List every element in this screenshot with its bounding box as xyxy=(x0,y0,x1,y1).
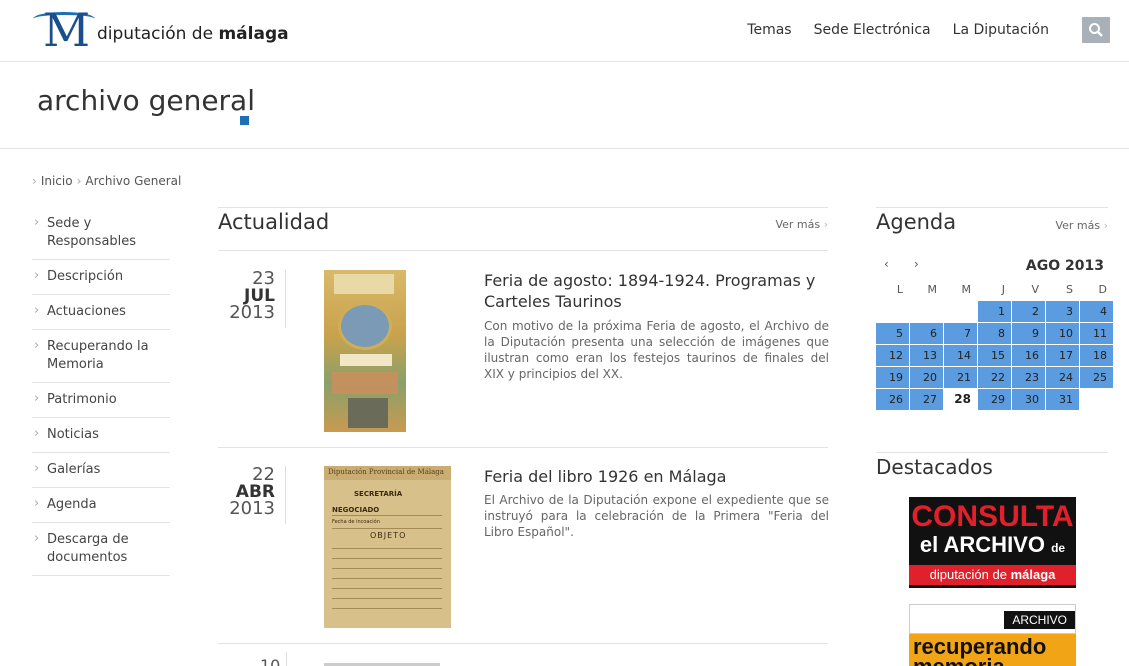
search-button[interactable] xyxy=(1082,17,1110,43)
sidebar-item-galerias[interactable]: Galerías xyxy=(32,453,170,488)
actualidad-title: Actualidad xyxy=(218,210,330,234)
breadcrumb-archivo-general[interactable]: Archivo General xyxy=(85,174,181,188)
calendar-day[interactable]: 20 xyxy=(910,367,943,388)
calendar-day[interactable]: 17 xyxy=(1046,345,1079,366)
search-icon xyxy=(1089,23,1103,37)
nav-sede-electronica[interactable]: Sede Electrónica xyxy=(814,22,931,38)
calendar-weekday: M xyxy=(961,283,972,296)
actualidad-more-link[interactable]: Ver más › xyxy=(775,218,828,231)
banner-recuperando-memoria[interactable]: ARCHIVO recuperando memoria xyxy=(909,604,1076,666)
sidebar-item-noticias[interactable]: Noticias xyxy=(32,418,170,453)
agenda-calendar: ‹ › AGO 2013 L M M J V S D 1 2 3 4 5 6 7 8 9 10 11 12 13 14 1… xyxy=(876,255,1113,410)
site-logo[interactable]: M diputación de málaga xyxy=(33,7,289,53)
news-date: 22 ABR 2013 xyxy=(218,466,286,524)
calendar-day[interactable]: 27 xyxy=(910,389,943,410)
calendar-weekday: J xyxy=(1001,283,1005,296)
calendar-day[interactable]: 15 xyxy=(978,345,1011,366)
news-image-bullfight-poster[interactable] xyxy=(324,270,406,432)
calendar-grid: L M M J V S D 1 2 3 4 5 6 7 8 9 10 11 12 13 14 15 16 17 18 19 20 21… xyxy=(876,279,1113,410)
top-nav: Temas Sede Electrónica La Diputación xyxy=(747,22,1049,38)
calendar-day-today[interactable]: 28 xyxy=(944,389,977,410)
calendar-day[interactable]: 14 xyxy=(944,345,977,366)
calendar-day[interactable]: 5 xyxy=(876,323,909,344)
calendar-empty-cell xyxy=(876,301,909,322)
sidebar-item-descripcion[interactable]: Descripción xyxy=(32,260,170,295)
calendar-day[interactable]: 4 xyxy=(1080,301,1113,322)
calendar-empty-cell xyxy=(910,301,943,322)
sidebar-item-agenda[interactable]: Agenda xyxy=(32,488,170,523)
agenda-more-link[interactable]: Ver más › xyxy=(1055,219,1108,232)
calendar-day[interactable]: 10 xyxy=(1046,323,1079,344)
calendar-day[interactable]: 1 xyxy=(978,301,1011,322)
calendar-day[interactable]: 9 xyxy=(1012,323,1045,344)
calendar-weekday: L xyxy=(896,283,903,296)
destacados-title: Destacados xyxy=(876,455,993,479)
agenda-header: Agenda Ver más › xyxy=(876,207,1108,243)
news-image-document[interactable]: Diputación Provincial de Málaga SECRETAR… xyxy=(324,466,451,628)
breadcrumb-separator: › xyxy=(76,174,82,188)
calendar-day[interactable]: 16 xyxy=(1012,345,1045,366)
news-item: 23 JUL 2013 Feria de agosto: 1894-1924. … xyxy=(218,270,829,448)
title-band: archivo general xyxy=(0,62,1129,149)
sidebar-item-recuperando-memoria[interactable]: Recuperando la Memoria xyxy=(32,330,170,383)
calendar-month-label: AGO 2013 xyxy=(1025,258,1104,274)
calendar-day[interactable]: 29 xyxy=(978,389,1011,410)
calendar-day[interactable]: 2 xyxy=(1012,301,1045,322)
calendar-day[interactable]: 3 xyxy=(1046,301,1079,322)
title-accent xyxy=(240,116,249,125)
calendar-day[interactable]: 23 xyxy=(1012,367,1045,388)
calendar-empty-cell xyxy=(944,301,977,322)
calendar-day[interactable]: 19 xyxy=(876,367,909,388)
sidebar-item-descarga-documentos[interactable]: Descarga de documentos xyxy=(32,523,170,576)
sidebar-item-actuaciones[interactable]: Actuaciones xyxy=(32,295,170,330)
calendar-day[interactable]: 22 xyxy=(978,367,1011,388)
calendar-day[interactable]: 31 xyxy=(1046,389,1079,410)
calendar-weekday: V xyxy=(1031,283,1039,296)
sidebar-item-sede-responsables[interactable]: Sede y Responsables xyxy=(32,207,170,260)
sidebar-menu: Sede y Responsables Descripción Actuacio… xyxy=(32,207,170,576)
nav-la-diputacion[interactable]: La Diputación xyxy=(953,22,1049,38)
calendar-day[interactable]: 6 xyxy=(910,323,943,344)
news-title[interactable]: Feria de agosto: 1894-1924. Programas y … xyxy=(484,270,829,312)
news-date-partial: 10 xyxy=(260,656,281,666)
news-date: 23 JUL 2013 xyxy=(218,270,286,328)
calendar-weekday: M xyxy=(927,283,938,296)
news-item: 22 ABR 2013 Diputación Provincial de Mál… xyxy=(218,466,829,644)
divider xyxy=(286,652,287,666)
banner-consulta-archivo[interactable]: CONSULTA el ARCHIVO de diputación de mál… xyxy=(909,497,1076,588)
calendar-day[interactable]: 11 xyxy=(1080,323,1113,344)
logo-text: diputación de málaga xyxy=(97,24,289,44)
calendar-weekday: D xyxy=(1098,283,1107,296)
calendar-day[interactable]: 21 xyxy=(944,367,977,388)
sidebar-item-patrimonio[interactable]: Patrimonio xyxy=(32,383,170,418)
logo-mark: M xyxy=(33,7,95,53)
calendar-prev-button[interactable]: ‹ xyxy=(884,257,889,271)
calendar-next-button[interactable]: › xyxy=(914,257,919,271)
calendar-day[interactable]: 30 xyxy=(1012,389,1045,410)
calendar-day[interactable]: 26 xyxy=(876,389,909,410)
breadcrumb-inicio[interactable]: Inicio xyxy=(41,174,73,188)
breadcrumb: › Inicio › Archivo General xyxy=(32,174,181,188)
chevron-right-icon: › xyxy=(1103,219,1108,232)
calendar-day[interactable]: 24 xyxy=(1046,367,1079,388)
site-header: M diputación de málaga Temas Sede Electr… xyxy=(0,0,1129,62)
calendar-day[interactable]: 8 xyxy=(978,323,1011,344)
actualidad-header: Actualidad Ver más › xyxy=(218,207,828,251)
chevron-right-icon: › xyxy=(823,218,828,231)
agenda-title: Agenda xyxy=(876,210,957,234)
nav-temas[interactable]: Temas xyxy=(747,22,791,38)
calendar-day[interactable]: 7 xyxy=(944,323,977,344)
destacados-header: Destacados xyxy=(876,452,1108,484)
calendar-day[interactable]: 25 xyxy=(1080,367,1113,388)
breadcrumb-separator: › xyxy=(32,174,37,188)
calendar-day[interactable]: 13 xyxy=(910,345,943,366)
calendar-day[interactable]: 18 xyxy=(1080,345,1113,366)
calendar-day[interactable]: 12 xyxy=(876,345,909,366)
calendar-weekday: S xyxy=(1066,283,1073,296)
page-title: archivo general xyxy=(37,84,255,117)
news-title[interactable]: Feria del libro 1926 en Málaga xyxy=(484,466,829,487)
news-summary: Con motivo de la próxima Feria de agosto… xyxy=(484,319,829,381)
news-summary: El Archivo de la Diputación expone el ex… xyxy=(484,493,829,539)
